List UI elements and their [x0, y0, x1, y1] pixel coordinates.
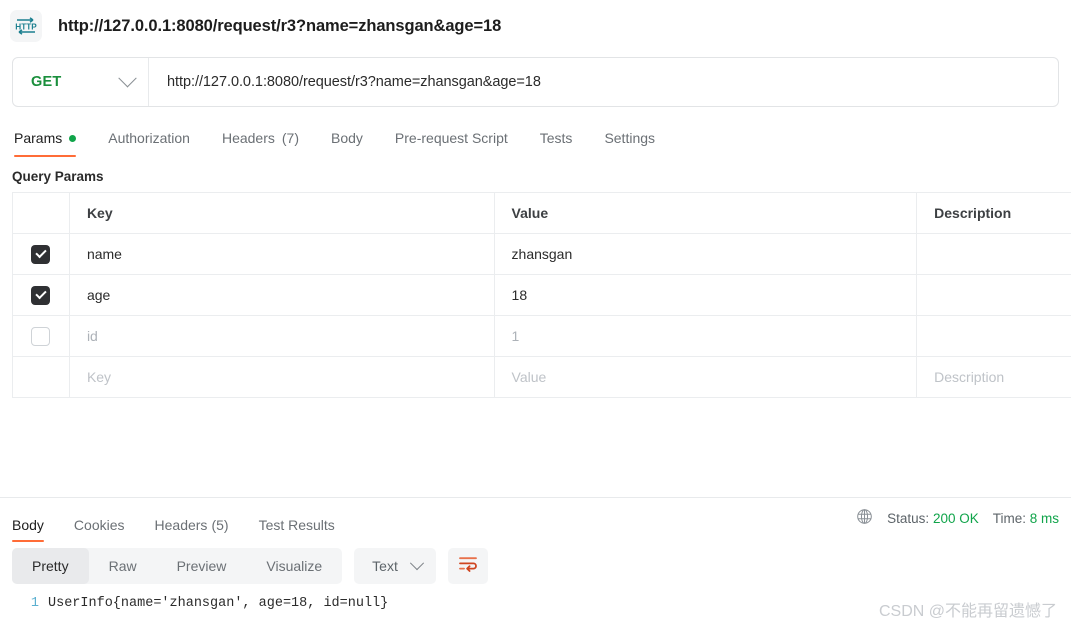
- table-header-row: Key Value Description: [13, 193, 1071, 234]
- row-key[interactable]: name: [70, 234, 495, 274]
- method-selector[interactable]: GET: [13, 58, 149, 106]
- response-tab-headers-label: Headers: [154, 517, 208, 533]
- tab-pre-request-script-label: Pre-request Script: [394, 130, 508, 146]
- response-status-area: Status: 200 OK Time: 8 ms: [856, 508, 1059, 532]
- wrap-lines-icon: [458, 555, 478, 578]
- time-badge: Time: 8 ms: [993, 511, 1059, 526]
- url-bar: GET http://127.0.0.1:8080/request/r3?nam…: [12, 57, 1059, 107]
- params-modified-dot-icon: [69, 134, 77, 142]
- chevron-down-icon: [409, 556, 424, 571]
- tab-settings-label: Settings: [604, 130, 656, 146]
- header-checkbox-cell: [13, 193, 70, 233]
- response-tab-headers[interactable]: Headers (5): [140, 517, 244, 542]
- tab-params[interactable]: Params: [12, 130, 92, 157]
- row-key[interactable]: age: [70, 275, 495, 315]
- header-key: Key: [70, 193, 495, 233]
- new-row-value-input[interactable]: Value: [495, 357, 918, 397]
- row-checkbox-age[interactable]: [31, 285, 51, 305]
- row-checkbox-cell: [13, 316, 70, 356]
- tab-body[interactable]: Body: [315, 130, 379, 157]
- response-header: Body Cookies Headers (5) Test Results St…: [0, 498, 1071, 542]
- time-value: 8 ms: [1029, 510, 1059, 526]
- tab-authorization[interactable]: Authorization: [92, 130, 206, 157]
- row-value[interactable]: 18: [495, 275, 918, 315]
- response-tab-cookies[interactable]: Cookies: [59, 517, 140, 542]
- row-checkbox-cell: [13, 234, 70, 274]
- new-row-description-input[interactable]: Description: [917, 357, 1071, 397]
- new-row-checkbox-cell: [13, 357, 70, 397]
- tab-tests[interactable]: Tests: [524, 130, 589, 157]
- time-label: Time:: [992, 510, 1026, 526]
- method-label: GET: [31, 74, 62, 90]
- tab-body-label: Body: [331, 130, 363, 146]
- tab-tests-label: Tests: [539, 130, 573, 146]
- response-tab-body[interactable]: Body: [12, 517, 59, 542]
- request-tabs: Params Authorization Headers (7) Body Pr…: [0, 117, 1071, 157]
- title-bar: HTTP http://127.0.0.1:8080/request/r3?na…: [0, 0, 1071, 52]
- row-checkbox-id[interactable]: [31, 326, 51, 346]
- globe-icon: [856, 508, 873, 528]
- tab-headers[interactable]: Headers (7): [206, 130, 315, 157]
- url-input[interactable]: http://127.0.0.1:8080/request/r3?name=zh…: [149, 58, 1058, 106]
- url-bar-container: GET http://127.0.0.1:8080/request/r3?nam…: [0, 52, 1071, 107]
- tab-params-label: Params: [14, 130, 63, 146]
- row-description[interactable]: [917, 316, 1071, 356]
- format-preview-button[interactable]: Preview: [157, 548, 247, 584]
- row-key[interactable]: id: [70, 316, 495, 356]
- row-description[interactable]: [917, 234, 1071, 274]
- row-description[interactable]: [917, 275, 1071, 315]
- table-row: id 1: [13, 316, 1071, 357]
- format-visualize-button[interactable]: Visualize: [246, 548, 342, 584]
- svg-text:HTTP: HTTP: [15, 22, 37, 31]
- response-format-toolbar: Pretty Raw Preview Visualize Text: [12, 548, 1059, 584]
- row-value[interactable]: 1: [495, 316, 918, 356]
- header-value: Value: [495, 193, 918, 233]
- tab-headers-label: Headers: [221, 130, 275, 146]
- status-label: Status:: [887, 510, 930, 526]
- tab-pre-request-script[interactable]: Pre-request Script: [379, 130, 524, 157]
- response-tab-headers-count: (5): [211, 517, 229, 533]
- row-checkbox-cell: [13, 275, 70, 315]
- chevron-down-icon: [118, 68, 137, 87]
- table-new-row: Key Value Description: [13, 357, 1071, 398]
- row-value[interactable]: zhansgan: [495, 234, 918, 274]
- query-params-title: Query Params: [12, 169, 104, 184]
- code-line: UserInfo{name='zhansgan', age=18, id=nul…: [48, 596, 389, 611]
- tab-authorization-label: Authorization: [108, 130, 190, 146]
- table-row: age 18: [13, 275, 1071, 316]
- response-tab-test-results-label: Test Results: [258, 517, 335, 533]
- format-raw-button[interactable]: Raw: [89, 548, 157, 584]
- format-segmented-control: Pretty Raw Preview Visualize: [12, 548, 343, 584]
- response-tab-test-results[interactable]: Test Results: [244, 517, 350, 542]
- query-params-table: Key Value Description name zhansgan age …: [12, 192, 1071, 398]
- header-description: Description: [917, 193, 1071, 233]
- status-badge: Status: 200 OK: [887, 511, 979, 526]
- response-tab-body-label: Body: [12, 517, 44, 533]
- row-checkbox-name[interactable]: [31, 244, 51, 264]
- line-number: 1: [30, 596, 39, 611]
- page-title: http://127.0.0.1:8080/request/r3?name=zh…: [58, 16, 502, 35]
- tab-headers-count: (7): [281, 130, 299, 146]
- content-type-dropdown[interactable]: Text: [354, 548, 436, 584]
- wrap-lines-button[interactable]: [447, 548, 488, 584]
- watermark: CSDN @不能再留遗憾了: [878, 603, 1057, 620]
- status-value: 200 OK: [932, 510, 979, 526]
- new-row-key-input[interactable]: Key: [70, 357, 495, 397]
- response-tabs: Body Cookies Headers (5) Test Results: [12, 498, 350, 542]
- content-type-label: Text: [372, 558, 398, 574]
- table-row: name zhansgan: [13, 234, 1071, 275]
- response-tab-cookies-label: Cookies: [73, 517, 125, 533]
- http-protocol-icon: HTTP: [10, 10, 42, 42]
- format-pretty-button[interactable]: Pretty: [12, 548, 89, 584]
- tab-settings[interactable]: Settings: [588, 130, 671, 157]
